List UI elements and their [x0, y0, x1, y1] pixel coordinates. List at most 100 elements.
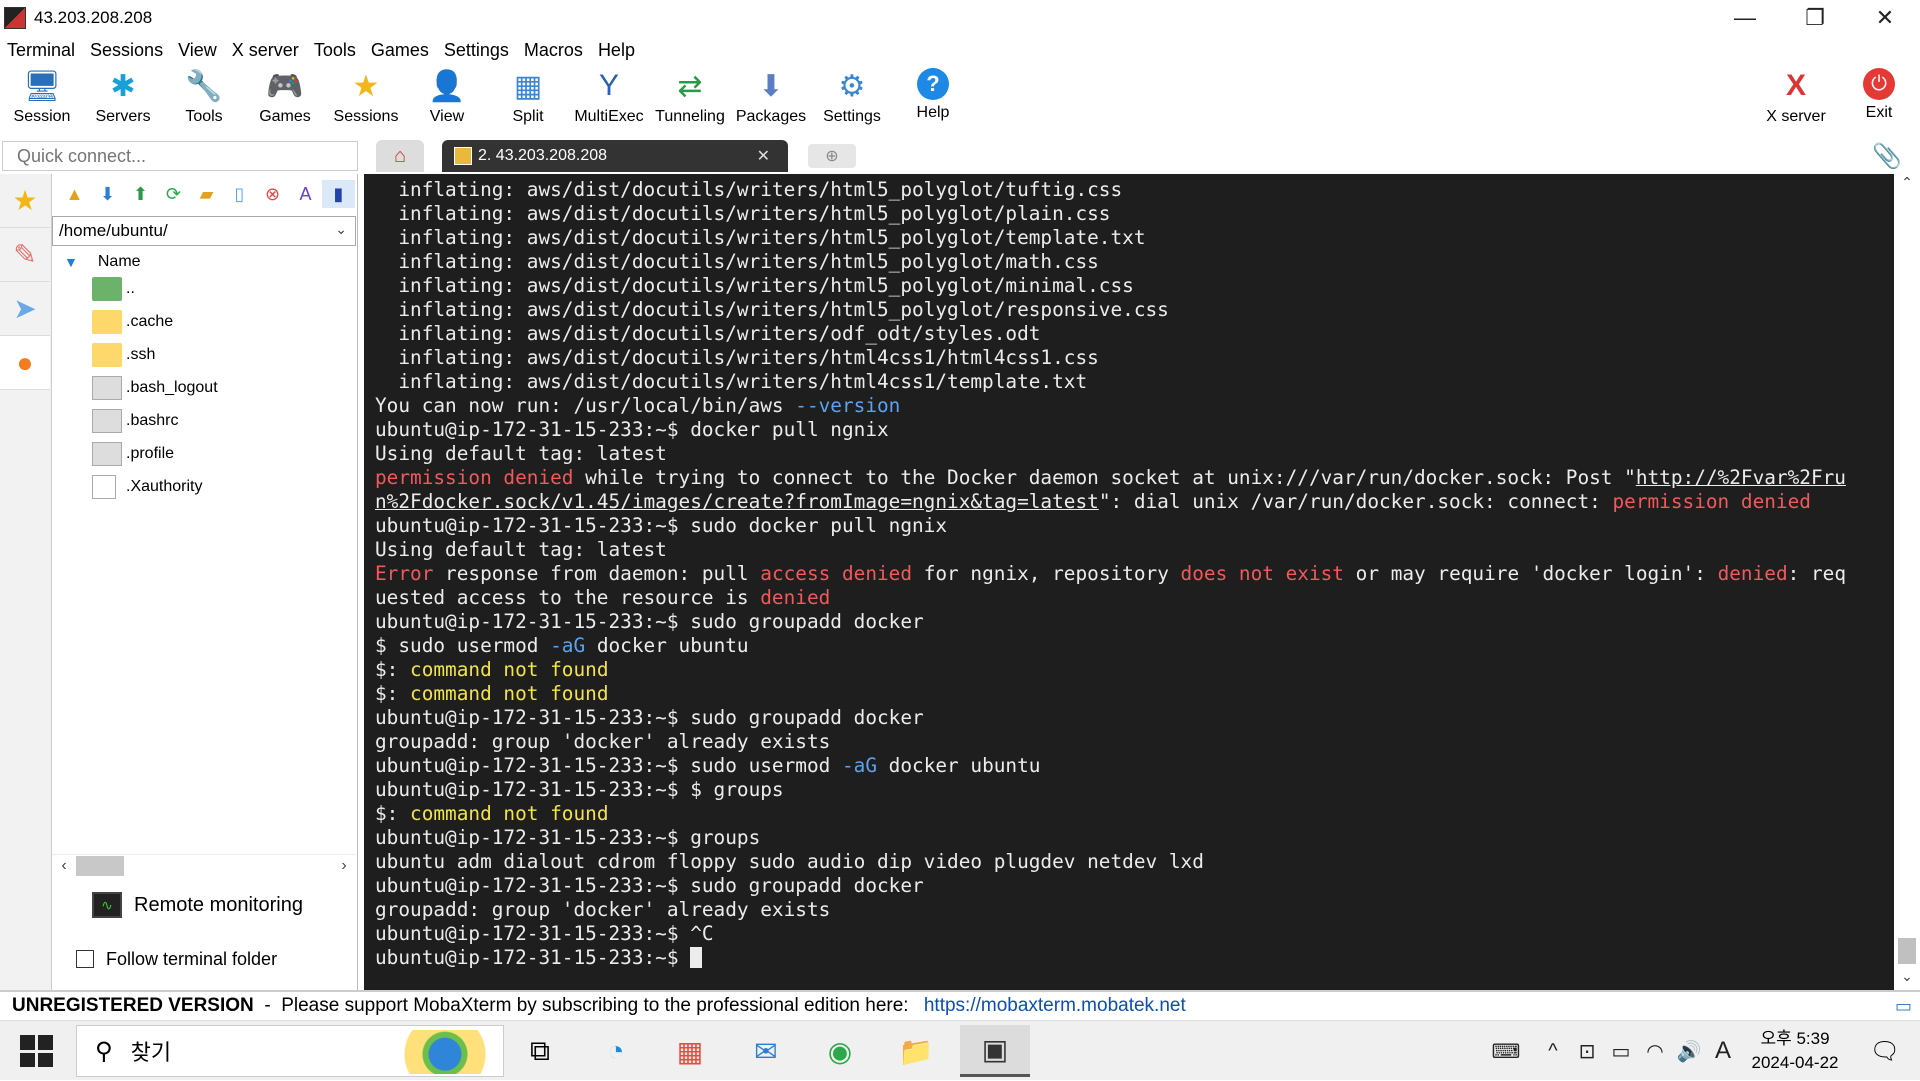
properties-icon[interactable]: ▮ [322, 180, 355, 208]
store-icon[interactable]: ▦ [660, 1025, 720, 1077]
terminal-text-segment[interactable]: n%2Fdocker.sock/v1.45/images/create?from… [375, 490, 1099, 513]
menu-macros[interactable]: Macros [517, 40, 591, 61]
battery-icon[interactable]: ▭ [1604, 1039, 1638, 1064]
menu-sessions[interactable]: Sessions [83, 40, 171, 61]
help-button[interactable]: ? Help [893, 64, 973, 134]
list-item[interactable]: .bash_logout [92, 373, 218, 403]
list-item[interactable]: .profile [92, 439, 174, 469]
remote-monitoring-button[interactable]: ∿ Remote monitoring [92, 890, 303, 920]
menu-terminal[interactable]: Terminal [0, 40, 83, 61]
scroll-up-icon[interactable]: ⌃ [1894, 174, 1920, 196]
name-column-header[interactable]: ▼ Name [64, 250, 141, 274]
list-item[interactable]: .cache [92, 307, 173, 337]
refresh-icon[interactable]: ⟳ [157, 180, 190, 208]
attach-icon[interactable]: 📎 [1872, 142, 1902, 171]
path-dropdown[interactable]: /home/ubuntu/ ⌄ [52, 216, 356, 246]
games-button[interactable]: 🎮 Games [245, 64, 325, 134]
close-button[interactable]: ✕ [1850, 0, 1920, 36]
scrollbar-thumb[interactable] [1898, 938, 1916, 964]
meet-icon[interactable]: ⊡ [1570, 1039, 1604, 1064]
windows-taskbar: ⚲ 찾기 ⧉ ◔ ▦ ✉ ◉ 📁 ▣ ⌨ ^ ⊡ ▭ ◠ 🔊 A 오후 5:39… [0, 1020, 1920, 1080]
exit-button[interactable]: ⏻ Exit [1839, 64, 1919, 134]
menu-view[interactable]: View [171, 40, 225, 61]
restore-button[interactable]: ❐ [1780, 0, 1850, 36]
show-hidden-icons-icon[interactable]: ^ [1536, 1040, 1570, 1063]
parent-folder-icon[interactable]: ▲ [58, 180, 91, 208]
chevron-down-icon: ⌄ [335, 221, 347, 237]
list-item[interactable]: .Xauthority [92, 472, 202, 502]
scroll-down-icon[interactable]: ⌄ [1894, 968, 1920, 990]
horizontal-scrollbar[interactable]: ‹ › [52, 854, 356, 876]
minimize-button[interactable]: — [1710, 0, 1780, 36]
volume-icon[interactable]: 🔊 [1672, 1039, 1706, 1064]
menu-tools[interactable]: Tools [307, 40, 364, 61]
home-tab[interactable]: ⌂ [376, 140, 424, 172]
terminal-output[interactable]: inflating: aws/dist/docutils/writers/htm… [364, 174, 1894, 990]
terminal-text-segment: ubuntu@ip-172-31-15-233:~$ sudo groupadd… [375, 874, 924, 897]
list-item[interactable]: .ssh [92, 340, 155, 370]
follow-terminal-folder-checkbox[interactable]: Follow terminal folder [76, 946, 277, 972]
wifi-icon[interactable]: ◠ [1638, 1039, 1672, 1064]
terminal-line: ubuntu@ip-172-31-15-233:~$ sudo groupadd… [375, 610, 1894, 634]
menu-settings[interactable]: Settings [437, 40, 517, 61]
rename-icon[interactable]: A [289, 180, 322, 208]
packages-icon: ⬇ [758, 69, 784, 103]
monitor-small-icon[interactable]: ▭ [1895, 996, 1912, 1017]
sessions-button[interactable]: ★ Sessions [326, 64, 406, 134]
ime-indicator[interactable]: A [1706, 1037, 1740, 1065]
multiexec-button[interactable]: Y MultiExec [569, 64, 649, 134]
upload-icon[interactable]: ⬆ [124, 180, 157, 208]
task-view-icon[interactable]: ⧉ [510, 1025, 570, 1077]
new-file-icon[interactable]: ▯ [223, 180, 256, 208]
terminal-text-segment: response from daemon: pull [433, 562, 761, 585]
menu-x-server[interactable]: X server [225, 40, 307, 61]
macros-send-icon[interactable]: ➤ [0, 282, 50, 336]
explorer-icon[interactable]: 📁 [886, 1025, 946, 1077]
terminal-text-segment[interactable]: http://%2Fvar%2Fru [1636, 466, 1846, 489]
split-button[interactable]: ▦ Split [488, 64, 568, 134]
scroll-right-icon[interactable]: › [332, 857, 356, 875]
mail-icon[interactable]: ✉ [736, 1025, 796, 1077]
menu-help[interactable]: Help [591, 40, 643, 61]
xserver-button[interactable]: XX server [1756, 64, 1836, 134]
sftp-globe-icon[interactable]: ● [0, 336, 50, 390]
delete-icon[interactable]: ⊗ [256, 180, 289, 208]
clock[interactable]: 오후 5:39 2024-04-22 [1740, 1027, 1850, 1075]
session-button[interactable]: 🖥 Session [2, 64, 82, 134]
tunneling-button[interactable]: ⇄ Tunneling [650, 64, 730, 134]
terminal-scrollbar[interactable]: ⌃ ⌄ [1894, 174, 1920, 990]
notification-icon[interactable]: 🗨 [1850, 1037, 1920, 1066]
list-item[interactable]: .. [92, 274, 135, 304]
checkbox[interactable] [76, 950, 94, 968]
quick-connect-input[interactable] [2, 141, 358, 171]
terminal-text-segment: permission denied [1612, 490, 1811, 513]
settings-button[interactable]: ⚙ Settings [812, 64, 892, 134]
close-tab-icon[interactable]: ✕ [757, 146, 770, 166]
keyboard-icon[interactable]: ⌨ [1476, 1039, 1536, 1064]
new-tab-button[interactable]: ⊕ [808, 144, 856, 168]
list-item[interactable]: .bashrc [92, 406, 178, 436]
start-button[interactable] [18, 1033, 54, 1069]
mobatek-link[interactable]: https://mobaxterm.mobatek.net [924, 995, 1186, 1017]
download-icon[interactable]: ⬇ [91, 180, 124, 208]
menu-games[interactable]: Games [364, 40, 437, 61]
servers-button[interactable]: ✱ Servers [83, 64, 163, 134]
new-folder-icon[interactable]: ▰ [190, 180, 223, 208]
terminal-text-segment: --version [795, 394, 901, 417]
scrollbar-thumb[interactable] [76, 855, 124, 876]
packages-button[interactable]: ⬇ Packages [731, 64, 811, 134]
parent-dir-icon [92, 277, 122, 301]
tab-session-2[interactable]: 2. 43.203.208.208 ✕ [442, 140, 788, 172]
chrome-icon[interactable]: ◉ [810, 1025, 870, 1077]
terminal-text-segment: $: [375, 658, 411, 681]
taskbar-search[interactable]: ⚲ 찾기 [76, 1025, 504, 1077]
mobaxterm-icon[interactable]: ▣ [960, 1025, 1030, 1077]
time: 오후 5:39 [1760, 1029, 1830, 1048]
tools-button[interactable]: 🔧 Tools [164, 64, 244, 134]
view-button[interactable]: 👤 View [407, 64, 487, 134]
terminal-text-segment: or may require 'docker login': [1344, 562, 1718, 585]
sessions-star-icon[interactable]: ★ [0, 174, 50, 228]
tools-icon[interactable]: ✎ [0, 228, 50, 282]
edge-icon[interactable]: ◔ [586, 1025, 646, 1077]
scroll-left-icon[interactable]: ‹ [52, 857, 76, 875]
